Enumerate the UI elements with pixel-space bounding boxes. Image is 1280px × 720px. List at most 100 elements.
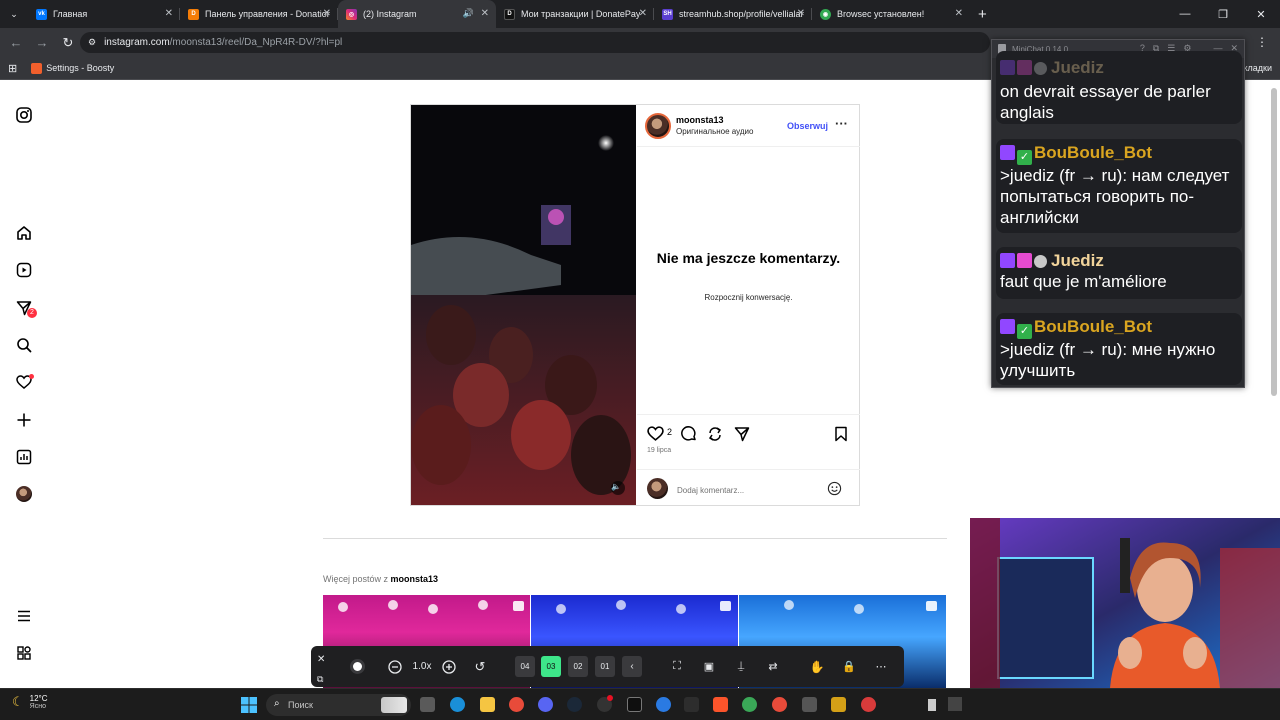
app-icon[interactable] — [684, 697, 699, 712]
follow-button[interactable]: Obserwuj — [787, 121, 828, 131]
instagram-logo-icon[interactable] — [16, 107, 32, 123]
mute-toggle-icon[interactable]: 🔈 — [611, 482, 621, 491]
tab-search-chevron-icon[interactable]: ⌄ — [0, 9, 28, 20]
all-bookmarks-link[interactable]: кладки — [1243, 63, 1272, 73]
profile-avatar[interactable] — [16, 486, 32, 502]
edge-icon[interactable] — [450, 697, 465, 712]
fit-screen-icon[interactable]: ⛶ — [669, 657, 685, 676]
close-icon[interactable]: ✕ — [639, 8, 647, 19]
save-bookmark-icon[interactable] — [834, 426, 848, 442]
close-window-icon[interactable]: ✕ — [1242, 8, 1280, 21]
preset-01-button[interactable]: 01 — [595, 656, 615, 677]
more-posts-username[interactable]: moonsta13 — [391, 574, 439, 584]
page-scrollbar[interactable] — [1271, 88, 1277, 396]
chat-username[interactable]: Juediz — [1051, 251, 1104, 270]
tray-icon[interactable] — [948, 697, 962, 711]
more-posts-prefix: Więcej postów z — [323, 574, 389, 584]
app-icon[interactable] — [656, 697, 671, 712]
chevron-left-icon[interactable]: ‹ — [622, 656, 642, 677]
add-comment-input[interactable]: Dodaj komentarz... — [677, 486, 744, 495]
app-icon[interactable] — [861, 697, 876, 712]
threads-apps-icon[interactable] — [16, 645, 32, 661]
streamhub-icon: SH — [662, 8, 673, 20]
new-tab-button[interactable]: + — [978, 6, 987, 23]
zoom-in-icon[interactable] — [441, 657, 457, 676]
tab-vk[interactable]: vk Главная ✕ — [28, 0, 180, 28]
reels-icon[interactable] — [16, 262, 32, 278]
more-options-icon[interactable]: ⋯ — [873, 657, 889, 676]
back-button[interactable]: ← — [4, 31, 28, 55]
url-field[interactable]: ⚙ instagram.com/moonsta13/reel/Da_NpR4R-… — [80, 32, 990, 53]
search-icon[interactable] — [16, 337, 32, 353]
minimize-icon[interactable]: — — [1166, 8, 1204, 20]
app-icon[interactable] — [742, 697, 757, 712]
chrome-icon[interactable] — [509, 697, 524, 712]
file-explorer-icon[interactable] — [420, 697, 435, 712]
close-icon[interactable]: ✕ — [955, 8, 963, 19]
discord-icon[interactable] — [538, 697, 553, 712]
chat-username[interactable]: Juediz — [1051, 58, 1104, 77]
tab-instagram[interactable]: ◎ (2) Instagram 🔊 ✕ — [338, 0, 496, 28]
tray-icon[interactable] — [928, 699, 936, 711]
close-icon[interactable]: ✕ — [797, 8, 805, 19]
comment-icon[interactable] — [681, 426, 697, 442]
forward-button[interactable]: → — [30, 31, 54, 55]
bookmark-boosty[interactable]: Settings - Boosty — [31, 62, 114, 74]
start-windows-icon[interactable] — [241, 697, 257, 713]
swap-icon[interactable]: ⇄ — [765, 657, 781, 676]
preset-04-button[interactable]: 04 — [515, 656, 535, 677]
likes-count[interactable]: 2 — [667, 427, 672, 437]
reload-button[interactable]: ↻ — [56, 31, 80, 55]
app-icon[interactable] — [831, 697, 846, 712]
app-icon[interactable] — [802, 697, 817, 712]
post-header: moonsta13 Оригинальное аудио Obserwuj ··… — [637, 105, 860, 147]
expand-icon[interactable]: ⧉ — [317, 670, 323, 689]
steam-icon[interactable] — [567, 697, 582, 712]
tab-browsec[interactable]: ◉ Browsec установлен! ✕ — [812, 0, 970, 28]
window-capture-icon[interactable]: ▣ — [701, 657, 717, 676]
close-icon[interactable]: ✕ — [165, 8, 173, 19]
hand-pan-icon[interactable]: ✋ — [809, 657, 825, 676]
site-info-icon[interactable]: ⚙ — [88, 37, 96, 48]
folder-icon[interactable] — [480, 697, 495, 712]
close-icon[interactable]: ✕ — [481, 8, 489, 19]
app-icon[interactable] — [627, 697, 642, 712]
dashboard-icon[interactable] — [16, 449, 32, 465]
repost-icon[interactable] — [707, 426, 723, 442]
restore-icon[interactable]: ❐ — [1204, 8, 1242, 21]
zoom-out-icon[interactable] — [387, 657, 403, 676]
audio-label[interactable]: Оригинальное аудио — [676, 127, 753, 136]
chat-username[interactable]: BouBoule_Bot — [1034, 317, 1152, 336]
create-plus-icon[interactable] — [16, 412, 32, 428]
record-dot-icon[interactable] — [349, 657, 365, 676]
preset-02-button[interactable]: 02 — [568, 656, 588, 677]
speaker-icon[interactable]: 🔊 — [463, 8, 474, 19]
author-username[interactable]: moonsta13 — [676, 115, 724, 125]
emoji-icon[interactable] — [827, 481, 842, 496]
tab-donatepay[interactable]: D Мои транзакции | DonatePay ✕ — [496, 0, 654, 28]
pin-icon[interactable]: ⍊ — [733, 657, 749, 676]
close-icon[interactable]: ✕ — [323, 8, 331, 19]
chat-username[interactable]: BouBoule_Bot — [1034, 143, 1152, 162]
like-heart-icon[interactable] — [647, 426, 664, 441]
reset-zoom-icon[interactable]: ↺ — [472, 657, 488, 676]
tab-donationalerts[interactable]: D Панель управления - Donation ✕ — [180, 0, 338, 28]
more-options-button[interactable]: ··· — [835, 116, 848, 131]
author-avatar[interactable] — [645, 113, 671, 139]
tab-streamhub[interactable]: SH streamhub.shop/profile/vellialan ✕ — [654, 0, 812, 28]
share-icon[interactable] — [734, 426, 750, 442]
apps-grid-icon[interactable]: ⊞ — [8, 62, 17, 75]
close-icon[interactable]: ✕ — [317, 650, 325, 669]
brave-icon[interactable] — [713, 697, 728, 712]
menu-kebab-icon[interactable]: ⋮ — [1256, 35, 1268, 49]
reel-video[interactable]: 🔈 — [411, 105, 636, 505]
home-icon[interactable] — [16, 225, 32, 241]
taskbar-search-input[interactable]: ⌕ Поиск — [266, 694, 411, 716]
preset-03-button[interactable]: 03 — [541, 656, 561, 677]
lock-icon[interactable]: 🔒 — [841, 657, 857, 676]
chat-message-header: ✓ BouBoule_Bot — [1000, 142, 1238, 165]
post-date[interactable]: 19 lipca — [647, 447, 671, 454]
chrome-icon[interactable] — [772, 697, 787, 712]
weather-widget[interactable]: ☾ 12°C Ясно — [12, 694, 48, 710]
hamburger-menu-icon[interactable] — [16, 608, 32, 624]
